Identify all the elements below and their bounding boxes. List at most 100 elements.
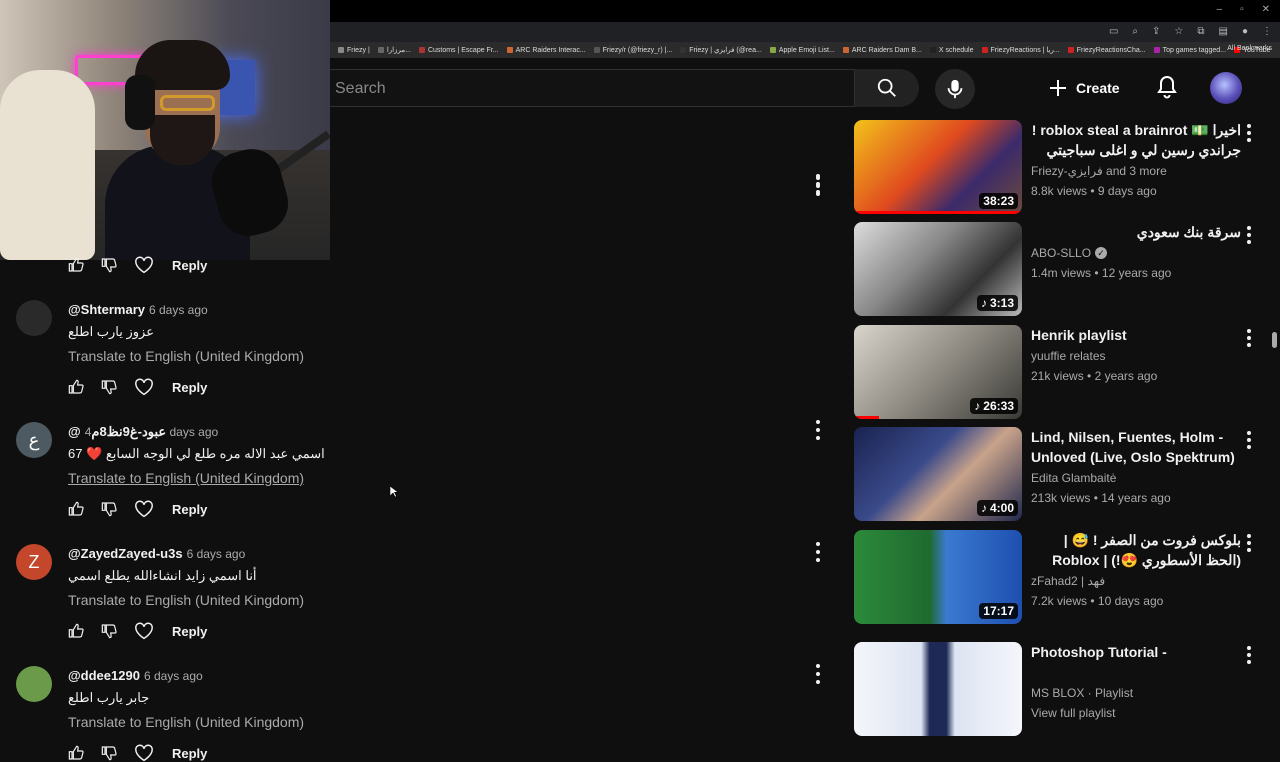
- related-video[interactable]: ♪ 3:13 سرقة بنك سعودي ABO-SLLO ✓ 1.4m views •…: [854, 222, 1274, 318]
- related-video[interactable]: Photoshop Tutorial - MS BLOX · Playlist Vi…: [854, 642, 1274, 738]
- star-icon[interactable]: ☆: [1174, 26, 1183, 37]
- author-name[interactable]: @ZayedZayed-u3s: [68, 546, 183, 561]
- video-menu-button[interactable]: [1244, 329, 1254, 347]
- video-menu-button[interactable]: [1244, 646, 1254, 664]
- avatar[interactable]: [16, 300, 52, 336]
- reply-button[interactable]: Reply: [172, 502, 207, 517]
- bookmark-item[interactable]: FriezyReactionsCha...: [1067, 47, 1146, 54]
- translate-link[interactable]: Translate to English (United Kingdom): [68, 714, 304, 730]
- video-title[interactable]: اخيرا 💵 roblox steal a brainrot ! جراندي…: [1031, 120, 1241, 162]
- video-menu-button[interactable]: [1244, 534, 1254, 552]
- comment-author[interactable]: @Shtermary 6 days ago: [68, 302, 208, 317]
- like-button[interactable]: [68, 745, 101, 761]
- video-menu-button[interactable]: [1244, 124, 1254, 142]
- account-avatar[interactable]: [1210, 72, 1242, 104]
- reply-button[interactable]: Reply: [172, 746, 207, 761]
- video-menu-button[interactable]: [1244, 431, 1254, 449]
- close-icon[interactable]: ✕: [1262, 4, 1270, 15]
- extensions-icon[interactable]: ⧉: [1197, 26, 1204, 37]
- translate-link[interactable]: Translate to English (United Kingdom): [68, 592, 304, 608]
- dislike-button[interactable]: [101, 257, 134, 273]
- browser-menu-icon[interactable]: ⋮: [1262, 26, 1272, 37]
- author-name[interactable]: @ddee1290: [68, 668, 140, 683]
- heart-button[interactable]: [134, 500, 167, 518]
- comment-menu-button[interactable]: [813, 542, 823, 562]
- profile-icon[interactable]: ●: [1242, 26, 1248, 37]
- comment-author[interactable]: @ddee1290 6 days ago: [68, 668, 203, 683]
- bookmark-item[interactable]: مرزارا...: [377, 46, 411, 54]
- bookmark-item[interactable]: Friezy/r (@friezy_r) |...: [593, 47, 672, 54]
- channel-name[interactable]: ABO-SLLO ✓: [1031, 246, 1108, 260]
- video-title[interactable]: Lind, Nilsen, Fuentes, Holm - Unloved (L…: [1031, 427, 1241, 469]
- bookmark-item[interactable]: Customs | Escape Fr...: [418, 47, 499, 54]
- share-icon[interactable]: ⇪: [1152, 26, 1160, 37]
- comment-menu-button[interactable]: [813, 664, 823, 684]
- translate-link[interactable]: Translate to English (United Kingdom): [68, 348, 304, 364]
- comment-author[interactable]: @ZayedZayed-u3s 6 days ago: [68, 546, 245, 561]
- bookmark-item[interactable]: Friezy |: [338, 47, 370, 54]
- comment-menu-button[interactable]: [813, 420, 823, 440]
- channel-name[interactable]: Edita Glambaitė: [1031, 471, 1116, 485]
- like-button[interactable]: [68, 623, 101, 639]
- maximize-icon[interactable]: ▫: [1240, 4, 1244, 15]
- create-button[interactable]: Create: [1048, 69, 1158, 107]
- video-title[interactable]: سرقة بنك سعودي: [1031, 222, 1241, 242]
- notifications-button[interactable]: [1155, 74, 1179, 105]
- heart-button[interactable]: [134, 622, 167, 640]
- dislike-button[interactable]: [101, 623, 134, 639]
- related-video[interactable]: ♪ 26:33 Henrik playlist yuuffie relates 21k …: [854, 325, 1274, 421]
- reply-button[interactable]: Reply: [172, 380, 207, 395]
- reply-button[interactable]: Reply: [172, 624, 207, 639]
- comment-timestamp[interactable]: 6 days ago: [149, 303, 208, 317]
- dislike-button[interactable]: [101, 379, 134, 395]
- bookmark-item[interactable]: Friezy | فرايزي (@rea...: [680, 46, 762, 54]
- search-button[interactable]: [855, 69, 919, 107]
- comment-menu-button[interactable]: [813, 174, 823, 194]
- video-menu-button[interactable]: [1244, 226, 1254, 244]
- zoom-icon[interactable]: ⌕: [1132, 26, 1138, 37]
- video-thumbnail[interactable]: 38:23: [854, 120, 1022, 214]
- translate-link[interactable]: Translate to English (United Kingdom): [68, 470, 304, 486]
- all-bookmarks-button[interactable]: All Bookmarks: [1227, 45, 1272, 52]
- bookmark-item[interactable]: ARC Raiders Dam B...: [842, 47, 922, 54]
- channel-name[interactable]: yuuffie relates: [1031, 349, 1106, 363]
- video-thumbnail[interactable]: [854, 642, 1022, 736]
- channel-name[interactable]: Friezy-فرايزي and 3 more: [1031, 164, 1167, 178]
- video-title[interactable]: Photoshop Tutorial -: [1031, 642, 1241, 662]
- bookmark-item[interactable]: Apple Emoji List...: [769, 47, 835, 54]
- channel-name[interactable]: MS BLOX · Playlist: [1031, 686, 1133, 700]
- page-scrollbar[interactable]: [1272, 332, 1277, 348]
- dislike-button[interactable]: [101, 745, 134, 761]
- minimize-icon[interactable]: –: [1217, 4, 1223, 15]
- video-thumbnail[interactable]: 17:17: [854, 530, 1022, 624]
- comment-author[interactable]: @عبود-غ9نظ8م4 days ago: [68, 424, 218, 440]
- cast-icon[interactable]: ▭: [1109, 26, 1118, 37]
- bookmark-item[interactable]: ARC Raiders Interac...: [506, 47, 586, 54]
- related-video[interactable]: 17:17 بلوكس فروت من الصفر ! 😅 | (الحظ الأ…: [854, 530, 1274, 626]
- reply-button[interactable]: Reply: [172, 258, 207, 273]
- related-video[interactable]: 38:23 اخيرا 💵 roblox steal a brainrot ! ج…: [854, 120, 1274, 216]
- bookmark-item[interactable]: Top games tagged...: [1153, 47, 1226, 54]
- heart-button[interactable]: [134, 256, 167, 274]
- bookmark-item[interactable]: X schedule: [929, 47, 974, 54]
- video-title[interactable]: بلوكس فروت من الصفر ! 😅 | (الحظ الأسطوري…: [1031, 530, 1241, 572]
- avatar[interactable]: ع: [16, 422, 52, 458]
- comment-timestamp[interactable]: 6 days ago: [187, 547, 246, 561]
- author-name[interactable]: @عبود-غ9نظ8م: [68, 424, 166, 439]
- video-thumbnail[interactable]: ♪ 26:33: [854, 325, 1022, 419]
- avatar[interactable]: Z: [16, 544, 52, 580]
- author-name[interactable]: @Shtermary: [68, 302, 145, 317]
- video-thumbnail[interactable]: ♪ 3:13: [854, 222, 1022, 316]
- like-button[interactable]: [68, 501, 101, 517]
- channel-name[interactable]: zFahad2 | فهد: [1031, 574, 1105, 588]
- like-button[interactable]: [68, 257, 101, 273]
- video-title[interactable]: Henrik playlist: [1031, 325, 1241, 345]
- bookmark-item[interactable]: FriezyReactions | ريا...: [981, 46, 1060, 54]
- avatar[interactable]: [16, 666, 52, 702]
- comment-timestamp[interactable]: 6 days ago: [144, 669, 203, 683]
- heart-button[interactable]: [134, 744, 167, 762]
- video-thumbnail[interactable]: ♪ 4:00: [854, 427, 1022, 521]
- related-video[interactable]: ♪ 4:00 Lind, Nilsen, Fuentes, Holm - Unlov…: [854, 427, 1274, 523]
- like-button[interactable]: [68, 379, 101, 395]
- dislike-button[interactable]: [101, 501, 134, 517]
